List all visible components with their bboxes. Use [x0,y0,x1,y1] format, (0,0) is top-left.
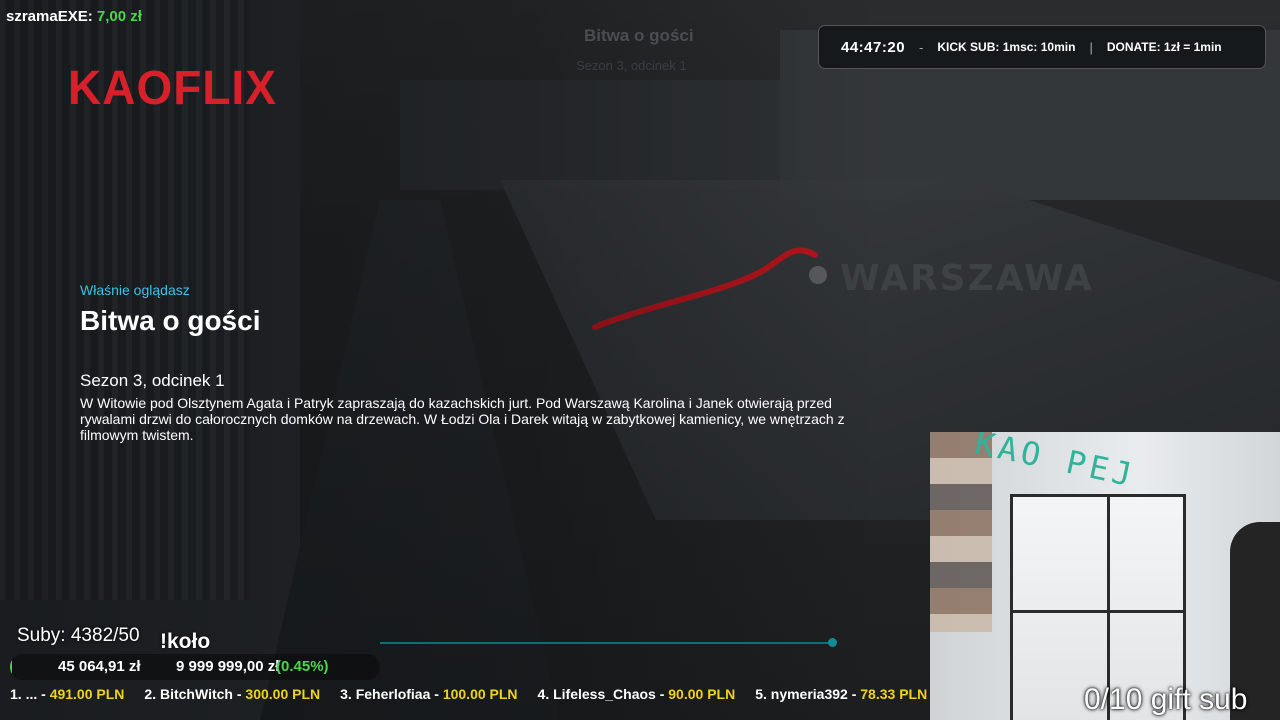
latest-donation: szramaEXE: 7,00 zł [6,8,142,25]
top-donor-value: 90.00 PLN [668,686,736,702]
webcam-feed: KAO PEJ [930,432,1280,720]
top-donor: 1. ... - 491.00 PLN [10,686,124,712]
top-donor-name: 1. ... - [10,686,50,702]
faded-subtitle: Sezon 3, odcinek 1 [576,58,687,73]
top-donor-value: 78.33 PLN [860,686,928,702]
goal-current: 45 064,91 zł [58,658,141,675]
top-donor-value: 491.00 PLN [49,686,125,702]
top-donor-name: 2. BitchWitch - [144,686,246,702]
show-title: Bitwa o gości [80,305,261,336]
timer-separator: - [919,39,924,55]
seek-handle[interactable] [828,638,837,647]
donate-rate: DONATE: 1zł = 1min [1106,40,1222,54]
top-donor: 3. Feherlofiaa - 100.00 PLN [340,686,517,712]
donation-goal: 45 064,91 zł 9 999 999,00 zł (0.45%) [10,654,380,680]
top-donors-bar: 1. ... - 491.00 PLN 2. BitchWitch - 300.… [0,686,1010,712]
top-donor-name: 5. nymeria392 - [755,686,861,702]
episode-description: W Witowie pod Olsztynem Agata i Patryk z… [80,395,845,443]
timer-separator: | [1089,39,1093,55]
top-donor-name: 3. Feherlofiaa - [340,686,443,702]
gift-sub-counter: 0/10 gift sub [1084,683,1248,716]
top-donor-value: 100.00 PLN [442,686,518,702]
donor-name: szramaEXE: [6,8,93,25]
goal-percent: (0.45%) [276,658,329,675]
top-donor: 5. nymeria392 - 78.33 PLN [755,686,927,712]
goal-fill [10,654,12,680]
goal-target: 9 999 999,00 zł [176,658,280,675]
seek-bar[interactable] [380,642,832,644]
top-donor: 4. Lifeless_Chaos - 90.00 PLN [538,686,736,712]
timer-value: 44:47:20 [841,38,906,56]
top-donor-name: 4. Lifeless_Chaos - [537,686,669,702]
wheel-command: !koło [160,630,211,653]
subs-counter: Suby: 4382/50 [17,625,140,646]
subathon-timer: 44:47:20 - KICK SUB: 1msc: 10min | DONAT… [818,25,1266,69]
kick-sub-rate: KICK SUB: 1msc: 10min [937,40,1076,54]
now-watching-label: Właśnie oglądasz [80,282,190,298]
top-donor: 2. BitchWitch - 300.00 PLN [144,686,320,712]
donor-amount: 7,00 zł [96,8,142,25]
faded-title: Bitwa o gości [584,26,694,45]
kaoflix-logo: KAOFLIX [68,59,277,115]
top-donor-value: 300.00 PLN [245,686,321,702]
episode-label: Sezon 3, odcinek 1 [80,371,225,390]
